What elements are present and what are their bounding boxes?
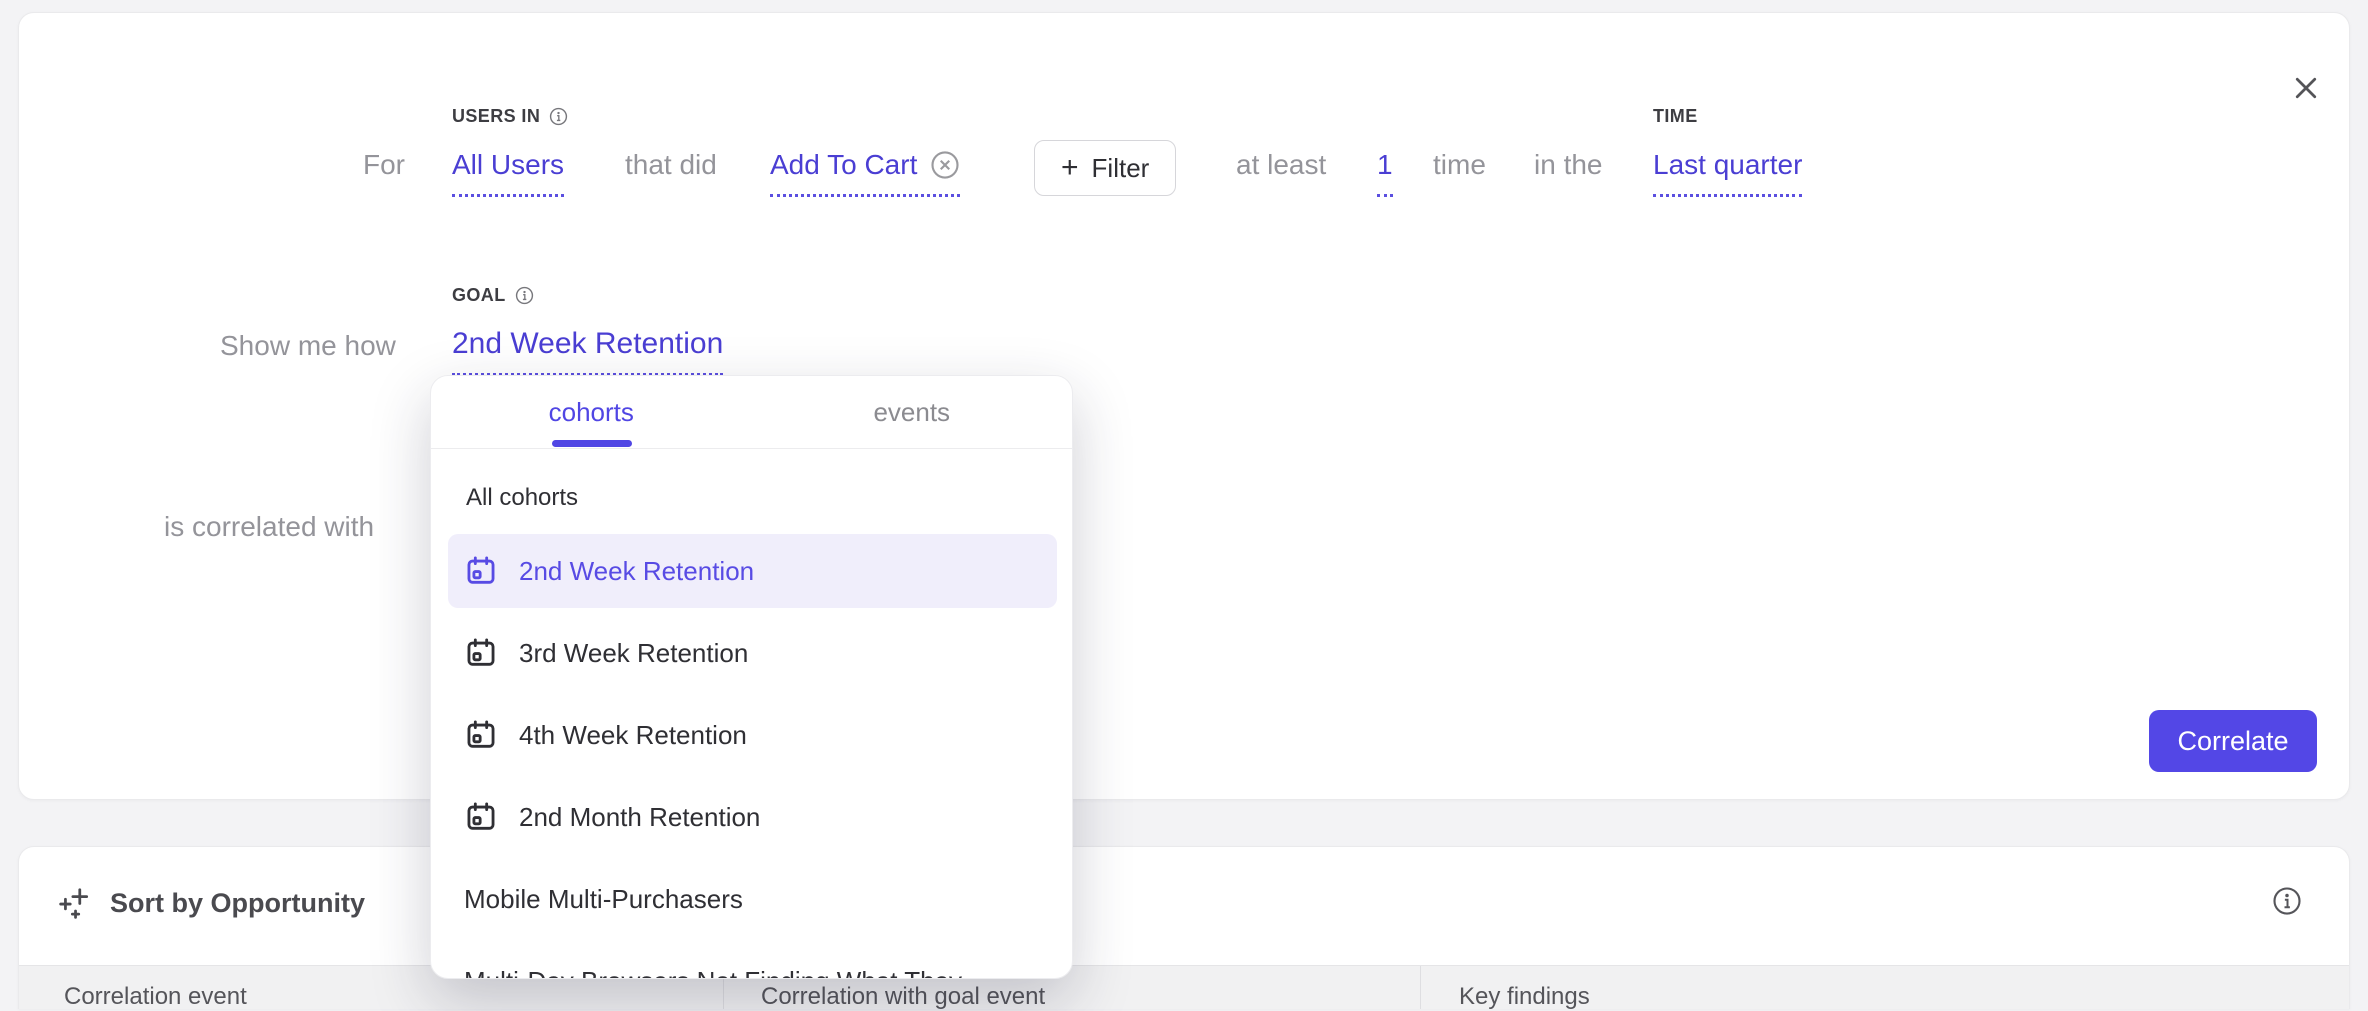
cohort-selector[interactable]: All Users bbox=[452, 145, 564, 197]
sort-by-opportunity-button[interactable]: Sort by Opportunity bbox=[58, 883, 365, 923]
event-count-selector[interactable]: 1 bbox=[1377, 145, 1393, 197]
column-header-correlation-event: Correlation event bbox=[64, 983, 247, 1011]
list-item-label: 2nd Week Retention bbox=[519, 556, 754, 587]
close-button[interactable] bbox=[2285, 67, 2327, 109]
list-item-label: 4th Week Retention bbox=[519, 720, 747, 751]
list-item[interactable]: 2nd Month Retention bbox=[448, 780, 1057, 854]
info-icon[interactable] bbox=[549, 107, 568, 126]
list-item-label: Mobile Multi-Purchasers bbox=[464, 884, 743, 915]
show-me-how-word: Show me how bbox=[220, 326, 396, 366]
results-toolbar: Sort by Opportunity bbox=[19, 847, 2349, 965]
column-divider bbox=[1420, 966, 1421, 1009]
close-icon bbox=[2291, 73, 2321, 103]
list-item[interactable]: 2nd Week Retention bbox=[448, 534, 1057, 608]
for-word: For bbox=[363, 145, 405, 185]
calendar-icon bbox=[464, 554, 498, 588]
list-item[interactable]: 4th Week Retention bbox=[448, 698, 1057, 772]
time-label-text: TIME bbox=[1653, 104, 1698, 128]
users-in-label-text: USERS IN bbox=[452, 104, 540, 128]
results-table-header: Correlation event Correlation with goal … bbox=[19, 965, 2349, 1009]
tab-events[interactable]: events bbox=[752, 376, 1073, 448]
list-item-label: 2nd Month Retention bbox=[519, 802, 760, 833]
time-word: time bbox=[1433, 145, 1486, 185]
event-selector-label: Add To Cart bbox=[770, 145, 917, 185]
add-filter-label: Filter bbox=[1092, 153, 1150, 184]
info-icon[interactable] bbox=[515, 286, 534, 305]
calendar-icon bbox=[464, 800, 498, 834]
list-item[interactable]: 3rd Week Retention bbox=[448, 616, 1057, 690]
column-header-key-findings: Key findings bbox=[1459, 983, 1590, 1011]
calendar-icon bbox=[464, 636, 498, 670]
goal-selector[interactable]: 2nd Week Retention bbox=[452, 323, 723, 376]
users-in-label: USERS IN bbox=[452, 104, 568, 128]
correlate-button[interactable]: Correlate bbox=[2149, 710, 2317, 772]
is-correlated-with-word: is correlated with bbox=[164, 507, 374, 547]
list-item[interactable]: Mobile Multi-Purchasers bbox=[448, 862, 1057, 936]
goal-picker-dropdown: cohorts events All cohorts 2nd Week Rete… bbox=[430, 375, 1073, 979]
time-label: TIME bbox=[1653, 104, 1698, 128]
at-least-word: at least bbox=[1236, 145, 1326, 185]
calendar-icon bbox=[464, 718, 498, 752]
tab-cohorts[interactable]: cohorts bbox=[431, 376, 752, 448]
add-filter-button[interactable]: + Filter bbox=[1034, 140, 1176, 196]
column-header-correlation-with-goal: Correlation with goal event bbox=[761, 983, 1045, 1011]
remove-event-icon[interactable] bbox=[930, 150, 960, 180]
info-icon[interactable] bbox=[2272, 886, 2302, 916]
list-item-label: Multi-Day Browsers Not Finding What They bbox=[464, 966, 962, 980]
results-card: Sort by Opportunity Correlation event Co… bbox=[18, 846, 2350, 1009]
list-item[interactable]: Multi-Day Browsers Not Finding What They bbox=[448, 944, 1057, 979]
sparkle-plus-icon bbox=[58, 886, 92, 920]
goal-label: GOAL bbox=[452, 283, 534, 307]
query-builder-card: For USERS IN All Users that did Add To C… bbox=[18, 12, 2350, 800]
cohort-section-label: All cohorts bbox=[466, 482, 578, 514]
sort-by-opportunity-label: Sort by Opportunity bbox=[110, 883, 365, 923]
event-selector[interactable]: Add To Cart bbox=[770, 145, 960, 197]
that-did-word: that did bbox=[625, 145, 717, 185]
time-range-selector[interactable]: Last quarter bbox=[1653, 145, 1802, 197]
plus-icon: + bbox=[1061, 153, 1079, 183]
active-tab-indicator bbox=[552, 440, 632, 447]
in-the-word: in the bbox=[1534, 145, 1603, 185]
dropdown-tabs: cohorts events bbox=[431, 376, 1072, 449]
list-item-label: 3rd Week Retention bbox=[519, 638, 748, 669]
goal-label-text: GOAL bbox=[452, 283, 506, 307]
